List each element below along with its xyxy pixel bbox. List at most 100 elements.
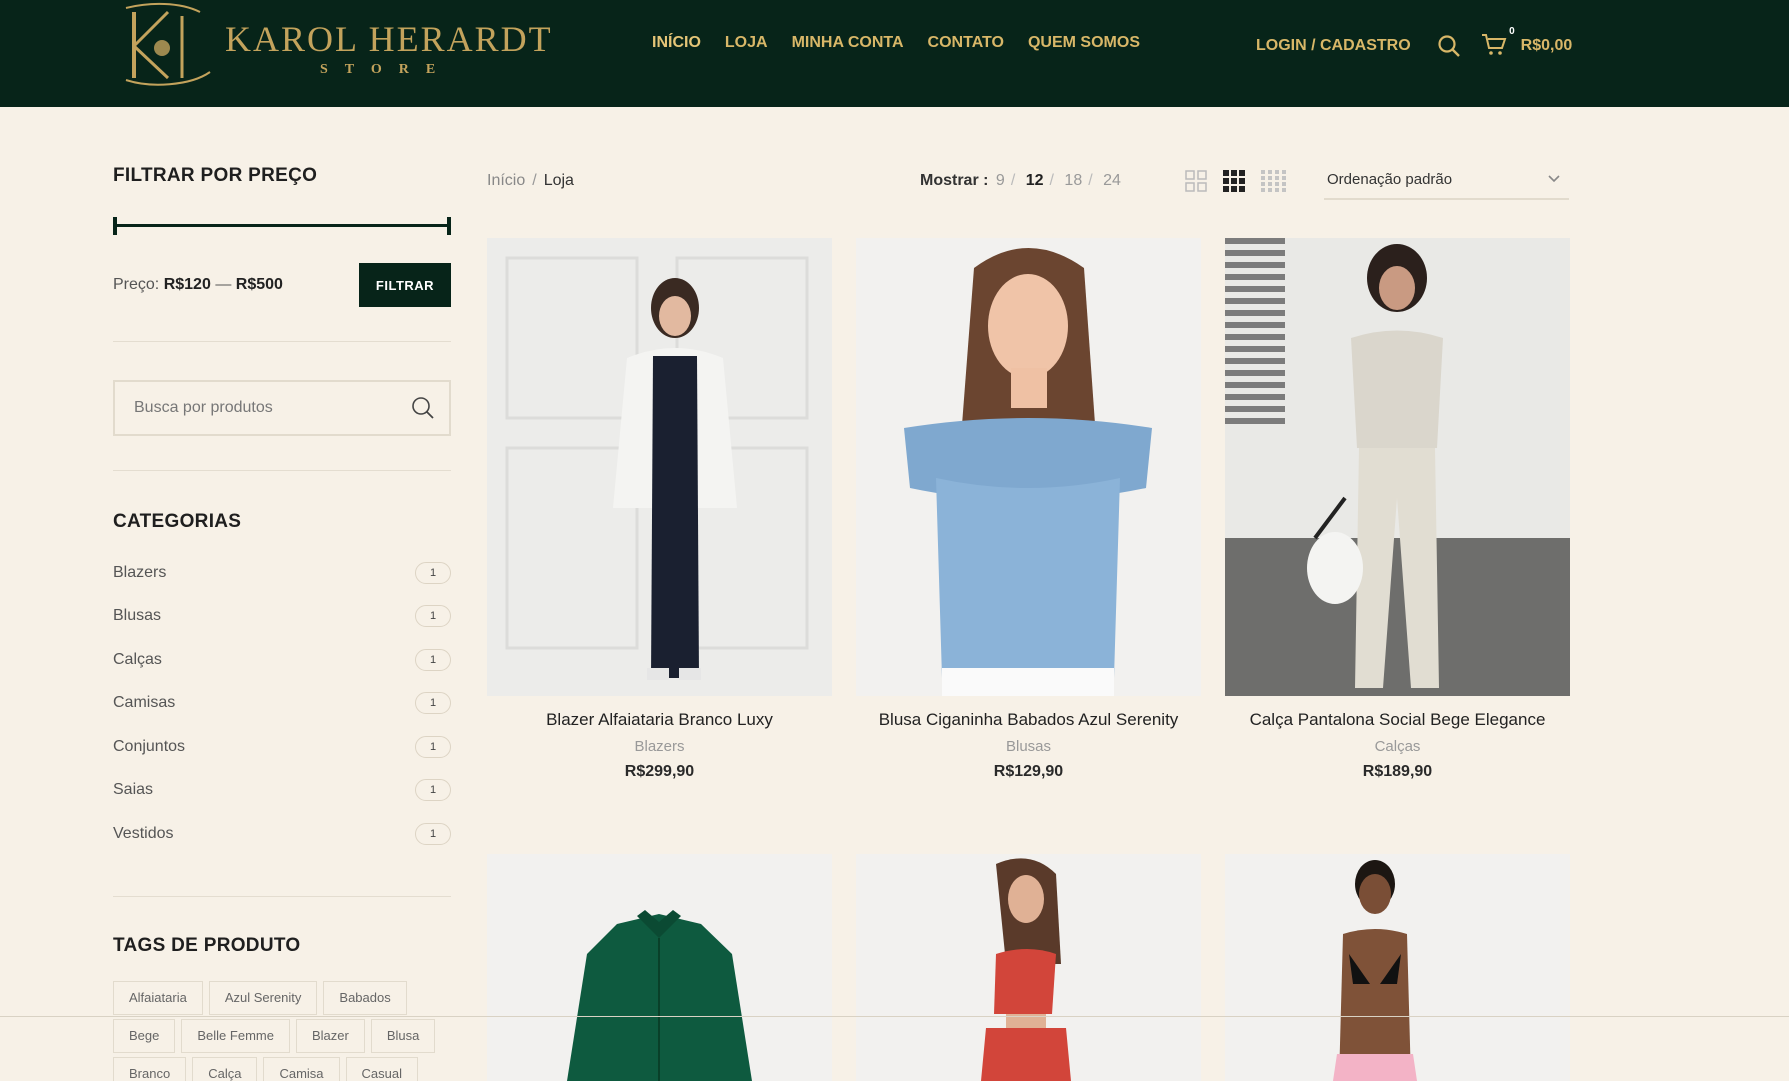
- product-photo-red-set: [856, 854, 1201, 1081]
- product-category[interactable]: Blusas: [856, 738, 1201, 755]
- product-category[interactable]: Calças: [1225, 738, 1570, 755]
- price-filter-title: FILTRAR POR PREÇO: [113, 165, 318, 186]
- login-link[interactable]: LOGIN / CADASTRO: [1256, 37, 1411, 55]
- category-label[interactable]: Blazers: [113, 564, 166, 582]
- per-page-selector: Mostrar : 9 / 12 / 18 / 24: [920, 172, 1124, 190]
- nav-item-loja[interactable]: LOJA: [725, 34, 768, 52]
- tag-item[interactable]: Blazer: [295, 1018, 365, 1053]
- per-page-label: Mostrar :: [920, 172, 989, 189]
- category-label[interactable]: Calças: [113, 651, 162, 669]
- tag-item[interactable]: Casual: [345, 1056, 418, 1081]
- per-page-separator: /: [1088, 172, 1093, 189]
- product-card[interactable]: Calça Pantalona Social Bege Elegance Cal…: [1225, 238, 1570, 781]
- tag-item[interactable]: Calça: [192, 1056, 258, 1081]
- price-slider-track: [113, 224, 451, 227]
- product-search-input[interactable]: [115, 399, 395, 417]
- tag-item[interactable]: Babados: [323, 980, 407, 1015]
- tag-item[interactable]: Bege: [113, 1018, 176, 1053]
- category-item-calcas[interactable]: Calças 1: [113, 638, 451, 682]
- header-actions: LOGIN / CADASTRO 0 R$0,00: [1256, 26, 1573, 64]
- breadcrumb-current: Loja: [543, 172, 574, 189]
- price-slider[interactable]: [113, 217, 451, 235]
- category-item-vestidos[interactable]: Vestidos 1: [113, 812, 451, 856]
- product-card[interactable]: [1225, 854, 1570, 1081]
- product-image[interactable]: [1225, 854, 1570, 1081]
- per-page-option-24[interactable]: 24: [1103, 172, 1121, 189]
- category-item-blusas[interactable]: Blusas 1: [113, 595, 451, 639]
- per-page-option-18[interactable]: 18: [1064, 172, 1082, 189]
- cart-total[interactable]: R$0,00: [1521, 37, 1573, 55]
- category-item-conjuntos[interactable]: Conjuntos 1: [113, 725, 451, 769]
- category-count: 1: [415, 605, 451, 628]
- product-card[interactable]: Blazer Alfaiataria Branco Luxy Blazers R…: [487, 238, 832, 781]
- product-image[interactable]: [487, 854, 832, 1081]
- product-name[interactable]: Calça Pantalona Social Bege Elegance: [1225, 708, 1570, 732]
- product-image[interactable]: [856, 238, 1201, 696]
- product-photo-pants: [1225, 238, 1570, 696]
- sidebar: FILTRAR POR PREÇO Preço: R$120 — R$500 F…: [113, 165, 451, 1081]
- logo-name: KAROL HERARDT: [225, 19, 553, 59]
- tag-item[interactable]: Belle Femme: [181, 1018, 290, 1053]
- product-photo-shirt: [487, 854, 832, 1081]
- tag-item[interactable]: Camisa: [263, 1056, 340, 1081]
- divider: [113, 341, 451, 342]
- product-card[interactable]: [487, 854, 832, 1081]
- category-item-saias[interactable]: Saias 1: [113, 769, 451, 813]
- category-label[interactable]: Blusas: [113, 607, 161, 625]
- nav-item-minha-conta[interactable]: MINHA CONTA: [792, 34, 904, 52]
- nav-item-contato[interactable]: CONTATO: [928, 34, 1004, 52]
- cart-count-badge: 0: [1509, 26, 1515, 37]
- tag-item[interactable]: Blusa: [370, 1018, 436, 1053]
- category-count: 1: [415, 648, 451, 671]
- nav-item-inicio[interactable]: INÍCIO: [652, 34, 701, 52]
- price-slider-min-handle[interactable]: [113, 217, 117, 235]
- price-label: Preço:: [113, 276, 160, 293]
- product-card[interactable]: Blusa Ciganinha Babados Azul Serenity Bl…: [856, 238, 1201, 781]
- price-separator: —: [215, 276, 232, 293]
- cart-icon[interactable]: 0: [1481, 26, 1515, 60]
- grid-4-icon[interactable]: [1261, 170, 1287, 192]
- per-page-separator: /: [1010, 172, 1016, 189]
- product-category[interactable]: Blazers: [487, 738, 832, 755]
- per-page-option-12[interactable]: 12: [1026, 172, 1044, 189]
- product-card[interactable]: [856, 854, 1201, 1081]
- filter-button[interactable]: FILTRAR: [359, 263, 451, 307]
- product-name[interactable]: Blusa Ciganinha Babados Azul Serenity: [856, 708, 1201, 732]
- category-label[interactable]: Camisas: [113, 694, 175, 712]
- tag-item[interactable]: Azul Serenity: [208, 980, 318, 1015]
- category-item-camisas[interactable]: Camisas 1: [113, 682, 451, 726]
- price-slider-max-handle[interactable]: [447, 217, 451, 235]
- product-price: R$299,90: [624, 763, 695, 780]
- product-image[interactable]: [487, 238, 832, 696]
- product-search: [113, 380, 451, 436]
- price-row: Preço: R$120 — R$500 FILTRAR: [113, 263, 451, 307]
- price-min: R$120: [163, 276, 211, 293]
- product-image[interactable]: [1225, 238, 1570, 696]
- chevron-down-icon: [1548, 175, 1560, 183]
- per-page-option-9[interactable]: 9: [996, 172, 1005, 189]
- product-image[interactable]: [856, 854, 1201, 1081]
- breadcrumb-home[interactable]: Início: [487, 172, 525, 189]
- search-icon[interactable]: [411, 396, 435, 425]
- sort-select[interactable]: Ordenação padrão: [1324, 164, 1569, 200]
- category-label[interactable]: Saias: [113, 781, 153, 799]
- category-label[interactable]: Conjuntos: [113, 738, 185, 756]
- category-label[interactable]: Vestidos: [113, 825, 173, 843]
- nav-item-quem-somos[interactable]: QUEM SOMOS: [1028, 34, 1140, 52]
- category-item-blazers[interactable]: Blazers 1: [113, 551, 451, 595]
- product-photo-blouse: [856, 238, 1201, 696]
- tag-item[interactable]: Branco: [113, 1056, 187, 1081]
- tag-item[interactable]: Alfaiataria: [113, 980, 203, 1015]
- category-count: 1: [415, 735, 451, 758]
- product-photo-swimwear: [1225, 854, 1570, 1081]
- product-name[interactable]: Blazer Alfaiataria Branco Luxy: [487, 708, 832, 732]
- site-header: KAROL HERARDT STORE INÍCIO LOJA MINHA CO…: [0, 0, 1789, 107]
- product-tags-title: TAGS DE PRODUTO: [113, 934, 301, 956]
- product-price: R$129,90: [993, 763, 1064, 780]
- grid-2-icon[interactable]: [1185, 170, 1207, 192]
- main-nav: INÍCIO LOJA MINHA CONTA CONTATO QUEM SOM…: [652, 34, 1140, 52]
- search-icon[interactable]: [1435, 32, 1463, 60]
- grid-3-icon[interactable]: [1223, 170, 1245, 192]
- logo[interactable]: KAROL HERARDT STORE: [120, 0, 551, 90]
- fold-divider: [0, 1016, 1789, 1017]
